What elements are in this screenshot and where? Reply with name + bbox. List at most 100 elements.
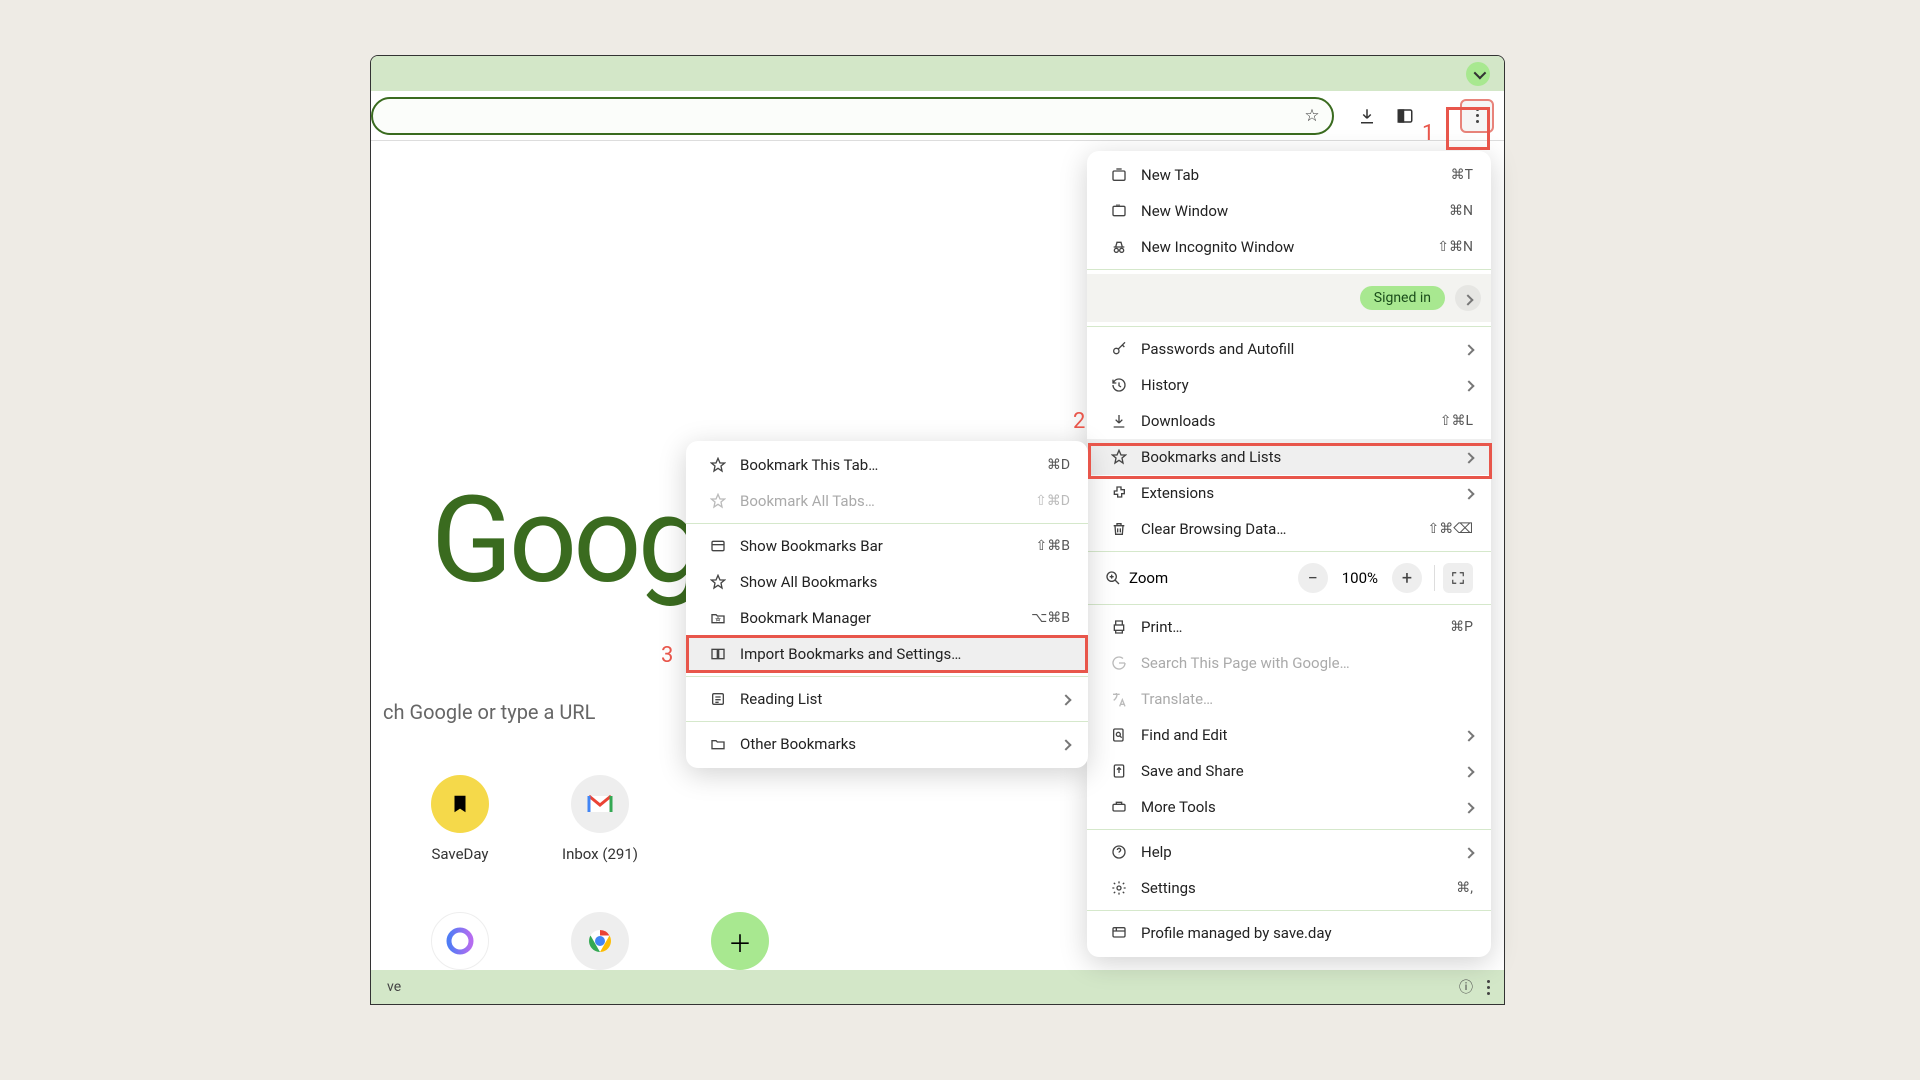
menu-item-import-bookmarks-and-settings[interactable]: Import Bookmarks and Settings… — [686, 636, 1088, 672]
menu-item-label: Clear Browsing Data… — [1141, 520, 1427, 538]
chevron-down-icon — [1474, 70, 1483, 79]
menu-item-show-all-bookmarks[interactable]: Show All Bookmarks — [686, 564, 1088, 600]
menu-item-new-tab[interactable]: New Tab⌘T — [1087, 157, 1491, 193]
menu-item-settings[interactable]: Settings⌘, — [1087, 870, 1491, 906]
menu-item-find-and-edit[interactable]: Find and Edit — [1087, 717, 1491, 753]
menu-item-label: New Window — [1141, 202, 1449, 220]
separator — [1087, 551, 1491, 552]
zoom-label: Zoom — [1129, 569, 1294, 587]
menu-item-translate[interactable]: Translate… — [1087, 681, 1491, 717]
chevron-right-icon — [1062, 690, 1070, 708]
zoom-icon — [1105, 570, 1121, 586]
info-icon[interactable]: ⓘ — [1459, 977, 1473, 997]
menu-group: Print…⌘PSearch This Page with Google…Tra… — [1087, 609, 1491, 825]
shortcut-saveday[interactable]: SaveDay — [425, 775, 495, 863]
menu-item-bookmark-all-tabs[interactable]: Bookmark All Tabs…⇧⌘D — [686, 483, 1088, 519]
google-logo: Googl — [431, 471, 726, 611]
menu-item-downloads[interactable]: Downloads⇧⌘L — [1087, 403, 1491, 439]
find-icon — [1105, 727, 1133, 743]
menu-item-shortcut: ⌘D — [1047, 457, 1070, 473]
star-outline-icon — [704, 493, 732, 509]
chevron-right-icon — [1465, 843, 1473, 861]
translate-icon — [1105, 691, 1133, 707]
menu-item-shortcut: ⌘P — [1450, 619, 1473, 635]
bookmark-app-icon — [431, 775, 489, 833]
menu-item-bookmarks-and-lists[interactable]: Bookmarks and Lists — [1087, 439, 1491, 475]
fullscreen-button[interactable] — [1443, 563, 1473, 593]
browser-toolbar — [371, 91, 1504, 141]
menu-item-show-bookmarks-bar[interactable]: Show Bookmarks Bar⇧⌘B — [686, 528, 1088, 564]
zoom-row: Zoom − 100% + — [1087, 556, 1491, 600]
menu-item-save-and-share[interactable]: Save and Share — [1087, 753, 1491, 789]
chrome-main-menu: New Tab⌘TNew Window⌘NNew Incognito Windo… — [1087, 151, 1491, 957]
bookmark-star-icon[interactable] — [1302, 106, 1322, 126]
menu-group: Profile managed by save.day — [1087, 915, 1491, 951]
shortcut-label: SaveDay — [431, 845, 488, 863]
chevron-right-icon — [1465, 448, 1473, 466]
menu-item-clear-browsing-data[interactable]: Clear Browsing Data…⇧⌘⌫ — [1087, 511, 1491, 547]
chevron-right-icon — [1465, 798, 1473, 816]
account-row[interactable]: Signed in — [1087, 274, 1491, 322]
menu-item-label: Reading List — [740, 690, 1062, 708]
menu-item-new-incognito-window[interactable]: New Incognito Window⇧⌘N — [1087, 229, 1491, 265]
shortcut-inbox[interactable]: Inbox (291) — [565, 775, 635, 863]
kebab-icon — [1476, 108, 1479, 123]
menu-item-extensions[interactable]: Extensions — [1087, 475, 1491, 511]
menu-item-label: History — [1141, 376, 1465, 394]
new-tab-icon — [1105, 167, 1133, 183]
star-icon — [704, 457, 732, 473]
history-icon — [1105, 377, 1133, 393]
menu-item-label: More Tools — [1141, 798, 1465, 816]
menu-group: Reading List — [686, 681, 1088, 717]
bar-icon — [704, 538, 732, 554]
menu-item-label: Save and Share — [1141, 762, 1465, 780]
downloads-button[interactable] — [1350, 99, 1384, 133]
menu-item-history[interactable]: History — [1087, 367, 1491, 403]
menu-item-other-bookmarks[interactable]: Other Bookmarks — [686, 726, 1088, 762]
separator — [1087, 910, 1491, 911]
menu-item-label: Extensions — [1141, 484, 1465, 502]
star-icon — [704, 574, 732, 590]
new-window-icon — [1105, 203, 1133, 219]
trash-icon — [1105, 521, 1133, 537]
import-icon — [704, 646, 732, 662]
menu-item-label: Help — [1141, 843, 1465, 861]
menu-item-bookmark-manager[interactable]: Bookmark Manager⌥⌘B — [686, 600, 1088, 636]
tab-strip — [371, 56, 1504, 91]
menu-item-label: Downloads — [1141, 412, 1440, 430]
kebab-icon[interactable] — [1487, 980, 1490, 995]
menu-item-shortcut: ⌘, — [1456, 880, 1473, 896]
separator — [686, 676, 1088, 677]
menu-group: Other Bookmarks — [686, 726, 1088, 762]
chevron-right-icon — [1465, 484, 1473, 502]
tab-search-button[interactable] — [1466, 62, 1490, 86]
downloads-icon — [1105, 413, 1133, 429]
separator — [1087, 604, 1491, 605]
reading-list-icon — [704, 691, 732, 707]
menu-item-passwords-and-autofill[interactable]: Passwords and Autofill — [1087, 331, 1491, 367]
menu-item-bookmark-this-tab[interactable]: Bookmark This Tab…⌘D — [686, 447, 1088, 483]
menu-item-label: Other Bookmarks — [740, 735, 1062, 753]
address-bar[interactable] — [371, 97, 1334, 135]
menu-item-new-window[interactable]: New Window⌘N — [1087, 193, 1491, 229]
shortcut-label: Inbox (291) — [562, 845, 638, 863]
star-icon — [1105, 449, 1133, 465]
menu-group: Show Bookmarks Bar⇧⌘BShow All BookmarksB… — [686, 528, 1088, 672]
chevron-right-icon — [1465, 762, 1473, 780]
menu-item-search-this-page-with-google[interactable]: Search This Page with Google… — [1087, 645, 1491, 681]
menu-item-shortcut: ⇧⌘B — [1036, 538, 1070, 554]
menu-group: Bookmark This Tab…⌘DBookmark All Tabs…⇧⌘… — [686, 447, 1088, 519]
zoom-out-button[interactable]: − — [1298, 563, 1328, 593]
menu-item-help[interactable]: Help — [1087, 834, 1491, 870]
menu-item-print[interactable]: Print…⌘P — [1087, 609, 1491, 645]
search-box[interactable]: ch Google or type a URL — [371, 684, 701, 740]
menu-item-label: Show Bookmarks Bar — [740, 537, 1036, 555]
menu-item-more-tools[interactable]: More Tools — [1087, 789, 1491, 825]
menu-item-profile-managed-by-save-day[interactable]: Profile managed by save.day — [1087, 915, 1491, 951]
menu-item-reading-list[interactable]: Reading List — [686, 681, 1088, 717]
kebab-menu-button[interactable] — [1460, 99, 1494, 133]
zoom-in-button[interactable]: + — [1392, 563, 1422, 593]
sidepanel-button[interactable] — [1388, 99, 1422, 133]
chevron-right-icon — [1465, 376, 1473, 394]
truncated-text: ve — [387, 979, 401, 995]
